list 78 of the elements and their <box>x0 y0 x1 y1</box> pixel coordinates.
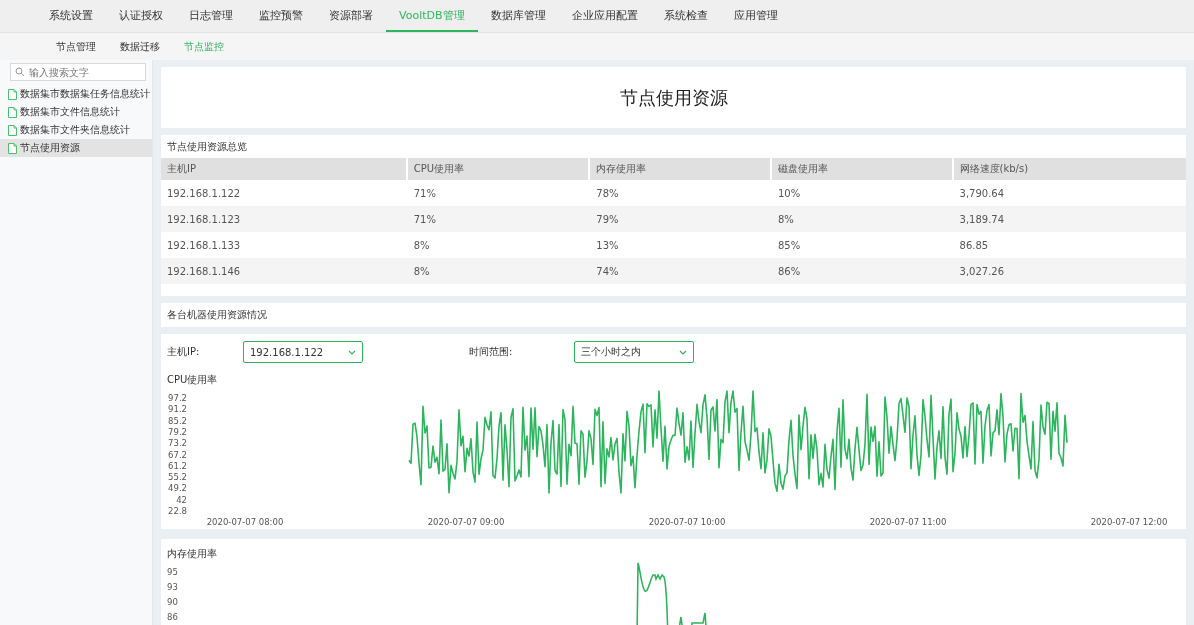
axis-label: 90 <box>167 597 178 607</box>
tree-item[interactable]: 数据集市文件信息统计 <box>0 103 152 121</box>
document-icon <box>8 106 17 118</box>
section-title: 各台机器使用资源情况 <box>166 308 267 322</box>
nav-tab[interactable]: 日志管理 <box>176 0 246 32</box>
table-cell: 8% <box>771 206 954 232</box>
table-cell: 192.168.1.123 <box>161 206 408 232</box>
sub-tab[interactable]: 节点管理 <box>44 39 108 54</box>
search-icon <box>15 67 25 77</box>
nav-tab[interactable]: 企业应用配置 <box>558 0 651 32</box>
axis-label: 2020-07-07 08:00 <box>206 517 284 527</box>
column-header: 主机IP <box>161 158 408 180</box>
table-cell: 86% <box>771 258 954 284</box>
table-cell: 3,027.26 <box>953 258 1186 284</box>
table-cell-text: 192.168.1.133 <box>166 238 242 253</box>
axis-label: 93 <box>167 582 178 592</box>
axis-label: 2020-07-07 12:00 <box>1090 517 1168 527</box>
table-cell-text: 71% <box>412 186 437 201</box>
axis-label: 79.2 <box>168 426 187 437</box>
table-cell: 71% <box>407 206 591 232</box>
column-header: 磁盘使用率 <box>771 158 954 180</box>
nav-tab[interactable]: 监控预警 <box>246 0 316 32</box>
table-cell-text: 85% <box>776 238 802 253</box>
axis-label: 97.2 <box>168 393 187 403</box>
table-cell-text: 192.168.1.122 <box>166 186 242 201</box>
axis-label: 22.8 <box>168 506 187 516</box>
table-cell-text: 10% <box>776 186 802 201</box>
tree-item[interactable]: 数据集市文件夹信息统计 <box>0 121 152 139</box>
document-icon <box>8 142 17 154</box>
chevron-icon <box>679 349 687 355</box>
field-label: 时间范围: <box>469 345 514 359</box>
table-cell: 3,189.74 <box>953 206 1186 232</box>
column-header: 内存使用率 <box>590 158 772 180</box>
axis-label: 61.2 <box>168 460 187 471</box>
axis-label: 95 <box>167 567 178 577</box>
chevron-icon <box>348 349 356 355</box>
axis-label: 49.2 <box>168 483 187 494</box>
table-cell: 79% <box>590 206 772 232</box>
tree-item[interactable]: 数据集市数据集任务信息统计 <box>0 85 152 103</box>
table-cell: 192.168.1.146 <box>161 258 408 284</box>
section-title: 节点使用资源总览 <box>166 140 248 154</box>
search-field[interactable]: 输入搜索文字 <box>10 63 146 81</box>
table-cell: 74% <box>590 258 772 284</box>
document-icon <box>8 124 17 136</box>
nav-tab[interactable]: 认证授权 <box>106 0 176 32</box>
axis-label: 2020-07-07 10:00 <box>648 517 726 527</box>
table-cell-text: 13% <box>595 238 620 253</box>
table-cell-text: 3,790.64 <box>958 186 1006 201</box>
document-icon <box>8 88 17 100</box>
axis-label: 86 <box>167 612 178 622</box>
axis-label: 55.2 <box>168 472 187 483</box>
nav-tab[interactable]: 资源部署 <box>316 0 386 32</box>
table-cell: 8% <box>407 258 591 284</box>
nav-tab[interactable]: 系统设置 <box>36 0 106 32</box>
axis-label: 42 <box>176 494 187 505</box>
axis-label: 73.2 <box>168 438 187 449</box>
axis-label: 91.2 <box>168 404 187 415</box>
field-label: 主机IP: <box>167 345 201 359</box>
sub-tab[interactable]: 数据迁移 <box>108 39 172 54</box>
tree-item[interactable]: 节点使用资源 <box>0 139 152 157</box>
nav-tab[interactable]: 系统检查 <box>650 0 721 32</box>
table-cell-text: 78% <box>595 186 620 201</box>
page-title: 节点使用资源 <box>619 85 728 110</box>
time-select[interactable]: 三个小时之内 <box>574 341 694 363</box>
column-header: 网络速度(kb/s) <box>953 158 1186 180</box>
table-cell-text: 86.85 <box>958 238 990 253</box>
nav-tab[interactable]: 应用管理 <box>720 0 791 32</box>
axis-label: 2020-07-07 09:00 <box>427 517 505 527</box>
axis-label: 2020-07-07 11:00 <box>869 517 947 527</box>
host-select[interactable]: 192.168.1.122 <box>243 341 363 363</box>
column-header: CPU使用率 <box>407 158 591 180</box>
axis-label: 67.2 <box>168 449 187 460</box>
line-series <box>636 562 708 625</box>
chart-title: 内存使用率 <box>166 547 218 561</box>
chart-title: CPU使用率 <box>166 373 219 387</box>
axis-label: 85.2 <box>168 415 187 426</box>
table-cell-text: 8% <box>412 238 431 253</box>
nav-tab[interactable]: 数据库管理 <box>477 0 559 32</box>
